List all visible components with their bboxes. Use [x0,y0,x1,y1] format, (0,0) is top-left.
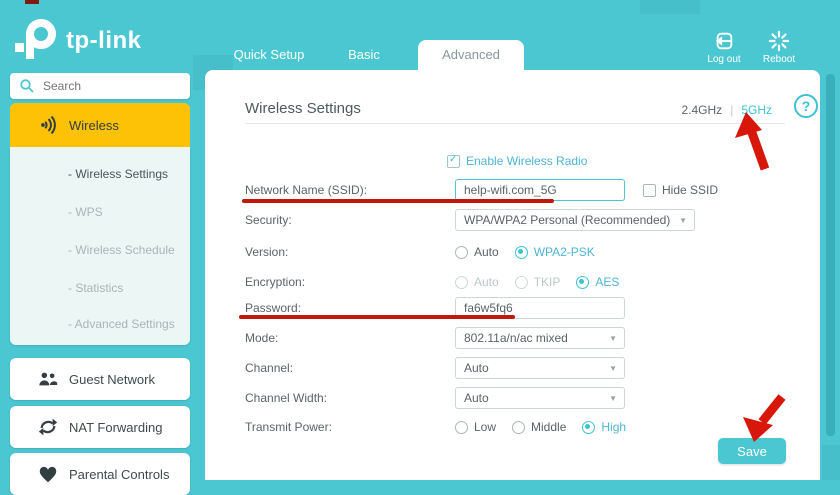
encryption-row: Encryption: Auto TKIP AES [245,271,805,293]
guest-network-icon [37,368,59,390]
channel-label: Channel: [245,357,293,379]
brand-text: tp-link [66,27,142,55]
transmit-high-label: High [601,420,626,434]
encryption-auto-radio[interactable] [455,276,468,289]
transmit-middle-radio[interactable] [512,421,525,434]
version-label: Version: [245,241,288,263]
security-label: Security: [245,209,292,231]
band-5ghz[interactable]: 5GHz [741,103,772,117]
chevron-down-icon: ▼ [679,211,687,231]
ssid-row: Network Name (SSID): Hide SSID [245,179,805,201]
save-button[interactable]: Save [718,438,786,464]
version-auto-label: Auto [474,245,499,259]
wireless-submenu: - Wireless Settings - WPS - Wireless Sch… [10,147,190,345]
transmit-high-radio[interactable] [582,421,595,434]
mode-row: Mode: 802.11a/n/ac mixed ▼ [245,327,805,349]
transmit-middle-label: Middle [531,420,566,434]
sidebar-item-wireless[interactable]: Wireless [10,103,190,147]
encryption-tkip-radio[interactable] [515,276,528,289]
reboot-label: Reboot [763,54,795,65]
tab-quick-setup[interactable]: Quick Setup [213,40,325,71]
submenu-advanced-settings[interactable]: - Advanced Settings [10,314,190,334]
encryption-auto-label: Auto [474,275,499,289]
title-divider [245,123,785,124]
transmit-power-label: Transmit Power: [245,416,332,438]
chevron-down-icon: ▼ [609,389,617,409]
submenu-wps[interactable]: - WPS [10,202,190,222]
tab-advanced[interactable]: Advanced [418,40,524,71]
content-panel: Wireless Settings 2.4GHz | 5GHz ? Enable… [205,70,820,480]
sidebar-item-parental-controls[interactable]: Parental Controls [10,453,190,495]
band-separator: | [730,103,733,117]
mode-dropdown[interactable]: 802.11a/n/ac mixed ▼ [455,327,625,349]
help-icon[interactable]: ? [794,94,818,118]
version-row: Version: Auto WPA2-PSK [245,241,805,263]
version-wpa2psk-radio[interactable] [515,246,528,259]
wireless-icon [37,114,59,136]
submenu-wireless-settings[interactable]: - Wireless Settings [10,164,190,184]
parental-controls-icon [37,463,59,485]
tab-basic[interactable]: Basic [330,40,398,71]
search-box[interactable] [10,73,190,99]
channel-width-row: Channel Width: Auto ▼ [245,387,805,409]
version-auto-radio[interactable] [455,246,468,259]
background-pattern [640,0,700,14]
hide-ssid-checkbox[interactable] [643,184,656,197]
enable-wireless-radio-label: Enable Wireless Radio [466,154,587,168]
background-pattern [822,445,840,480]
sidebar-item-nat-forwarding[interactable]: NAT Forwarding [10,406,190,448]
sidebar-item-label: NAT Forwarding [69,420,162,435]
encryption-aes-label: AES [595,275,619,289]
band-selector: 2.4GHz | 5GHz [682,103,773,117]
transmit-low-label: Low [474,420,496,434]
mode-label: Mode: [245,327,278,349]
enable-radio-row: Enable Wireless Radio [245,150,805,172]
channel-width-label: Channel Width: [245,387,327,409]
encryption-label: Encryption: [245,271,305,293]
reboot-button[interactable]: Reboot [753,30,805,65]
tp-link-logo-icon [14,17,60,65]
corner-red-mark [25,0,39,4]
logout-button[interactable]: Log out [698,30,750,65]
search-input[interactable] [41,78,185,94]
tp-link-logo: tp-link [14,16,164,66]
channel-dropdown[interactable]: Auto ▼ [455,357,625,379]
version-wpa2psk-label: WPA2-PSK [534,245,595,259]
logout-label: Log out [707,54,740,65]
search-icon [19,78,35,94]
encryption-tkip-label: TKIP [534,275,561,289]
channel-row: Channel: Auto ▼ [245,357,805,379]
password-label: Password: [245,297,301,319]
ssid-input[interactable] [455,179,625,201]
band-2-4ghz[interactable]: 2.4GHz [682,103,723,117]
encryption-aes-radio[interactable] [576,276,589,289]
enable-wireless-radio-checkbox[interactable] [447,155,460,168]
sidebar-item-label: Guest Network [69,372,155,387]
transmit-power-row: Transmit Power: Low Middle High [245,416,805,438]
password-row: Password: [245,297,805,319]
nat-forwarding-icon [37,416,59,438]
logout-icon [713,30,735,52]
submenu-wireless-schedule[interactable]: - Wireless Schedule [10,240,190,260]
ssid-label: Network Name (SSID): [245,179,367,201]
sidebar-item-guest-network[interactable]: Guest Network [10,358,190,400]
sidebar-item-label: Wireless [69,118,119,133]
password-input[interactable] [455,297,625,319]
sidebar-item-label: Parental Controls [69,467,169,482]
hide-ssid-label: Hide SSID [662,183,718,197]
channel-width-dropdown[interactable]: Auto ▼ [455,387,625,409]
reboot-icon [768,30,790,52]
transmit-low-radio[interactable] [455,421,468,434]
security-row: Security: WPA/WPA2 Personal (Recommended… [245,209,805,231]
chevron-down-icon: ▼ [609,359,617,379]
submenu-statistics[interactable]: - Statistics [10,278,190,298]
security-dropdown[interactable]: WPA/WPA2 Personal (Recommended) ▼ [455,209,695,231]
chevron-down-icon: ▼ [609,329,617,349]
page-title: Wireless Settings [245,100,361,117]
scrollbar[interactable] [826,74,835,436]
